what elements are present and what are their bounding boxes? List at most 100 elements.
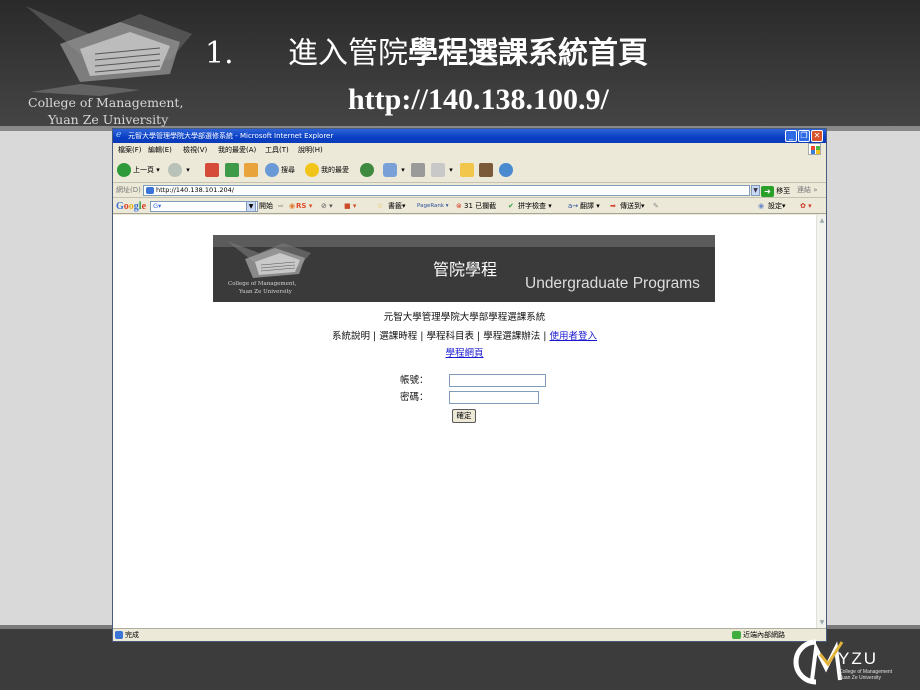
settings-label: 設定▾ — [768, 202, 786, 210]
popup-blocker-button[interactable]: 31 已攔截 — [464, 199, 496, 214]
banner-college-name: College of Management, Yuan Ze Universit… — [228, 280, 296, 296]
links-label: 連結 — [797, 186, 811, 194]
status-bar: 完成 近端內部網路 — [113, 628, 826, 641]
search-icon — [265, 163, 279, 177]
minimize-button[interactable]: _ — [785, 130, 797, 142]
print-button[interactable] — [411, 162, 427, 178]
favorites-label: 我的最愛 — [321, 166, 349, 174]
browser-window: ℯ 元智大學管理學院大學部選修系統 - Microsoft Internet E… — [112, 128, 827, 642]
slide-title: 1. 進入管院學程選課系統首頁 — [205, 34, 648, 74]
google-start-label: 開始 — [259, 202, 273, 210]
banner-building-logo — [227, 241, 311, 278]
messenger-button[interactable] — [499, 162, 515, 178]
slide-url: http://140.138.100.9/ — [348, 83, 609, 116]
ie-icon: ℯ — [116, 130, 122, 140]
popup-blocker-icon: ⊗ — [456, 202, 462, 210]
program-webpage-link[interactable]: 學程網頁 — [445, 348, 483, 359]
menu-view[interactable]: 檢視(V) — [183, 143, 207, 157]
forward-arrow-icon — [168, 163, 182, 177]
window-title-bar: ℯ 元智大學管理學院大學部選修系統 - Microsoft Internet E… — [113, 129, 826, 143]
address-label: 網址(D) — [116, 186, 141, 194]
google-toolbar: Google G▾ ▼ 開始 ⇨ ◉ RS ▾ ⊘ ▾ ■ ▾ ☆ 書籤▾ Pa… — [113, 199, 826, 214]
rs-button[interactable]: RS ▾ — [296, 199, 312, 214]
refresh-button[interactable] — [225, 162, 241, 178]
research-button[interactable] — [479, 162, 495, 178]
window-title: 元智大學管理學院大學部選修系統 - Microsoft Internet Exp… — [128, 132, 334, 140]
account-input[interactable] — [449, 374, 546, 387]
status-text: 完成 — [125, 631, 139, 639]
college-name-line2: Yuan Ze University — [48, 112, 169, 127]
address-bar: 網址(D) http://140.138.101.204/ ▼ ➜ 移至 連結 … — [113, 183, 826, 198]
folder-icon — [460, 163, 474, 177]
menu-favorites[interactable]: 我的最愛(A) — [218, 143, 256, 157]
research-icon — [479, 163, 493, 177]
page-banner: College of Management, Yuan Ze Universit… — [213, 235, 715, 302]
bookmark-star-icon: ☆ — [377, 202, 384, 210]
banner-college-line2: Yuan Ze University — [239, 289, 292, 295]
user-login-link[interactable]: 使用者登入 — [549, 331, 597, 342]
settings-button[interactable]: 設定▾ — [768, 199, 786, 214]
send-to-label: 傳送到▾ — [620, 202, 645, 210]
google-logo[interactable]: Google — [116, 199, 146, 214]
stop-button[interactable] — [205, 162, 221, 178]
menu-edit[interactable]: 編輯(E) — [148, 143, 172, 157]
scroll-up-icon[interactable]: ▲ — [818, 216, 826, 225]
college-building-logo — [26, 6, 192, 96]
google-start-button[interactable]: 開始 — [259, 199, 273, 214]
mail-icon — [383, 163, 397, 177]
menu-file[interactable]: 檔案(F) — [118, 143, 142, 157]
refresh-icon — [225, 163, 239, 177]
translate-button[interactable]: 翻譯 ▾ — [580, 199, 600, 214]
go-button[interactable]: ➜ 移至 — [761, 184, 790, 197]
menu-help[interactable]: 說明(H) — [298, 143, 323, 157]
forward-button[interactable]: ▾ — [168, 162, 190, 178]
news-button[interactable]: ■ ▾ — [344, 199, 356, 214]
google-arrow-icon: ⇨ — [278, 202, 284, 210]
submit-button[interactable]: 確定 — [452, 409, 476, 423]
page-icon — [146, 187, 154, 194]
nav-links: 系統說明 | 選課時程 | 學程科目表 | 學程選課辦法 | 使用者登入 — [113, 330, 816, 344]
translate-icon: a→ — [568, 202, 579, 210]
bookmarks-button[interactable]: 書籤▾ — [388, 199, 406, 214]
links-button[interactable]: 連結 » — [797, 183, 818, 198]
home-button[interactable] — [244, 162, 260, 178]
send-to-button[interactable]: 傳送到▾ — [620, 199, 645, 214]
close-button[interactable]: ✕ — [811, 130, 823, 142]
messenger-icon — [499, 163, 513, 177]
slide-title-prefix: 進入管院 — [288, 36, 408, 71]
yzu-sub-line2: Yuan Ze University — [839, 675, 881, 681]
pagerank-indicator: PageRank ▾ — [417, 203, 449, 209]
bookmarks-label: 書籤▾ — [388, 202, 406, 210]
folder-button[interactable] — [460, 162, 476, 178]
rss-icon: ◉ — [289, 202, 296, 210]
google-search-input[interactable]: G▾ — [150, 201, 258, 212]
maximize-button[interactable]: ❐ — [798, 130, 810, 142]
back-button[interactable]: 上一頁 ▾ — [117, 162, 160, 178]
menu-tools[interactable]: 工具(T) — [265, 143, 289, 157]
favorites-button[interactable]: 我的最愛 — [305, 162, 349, 178]
banner-subtitle: Undergraduate Programs — [525, 275, 700, 292]
share-button[interactable]: ⊘ ▾ — [321, 199, 333, 214]
vertical-scrollbar[interactable]: ▲ ▼ — [816, 215, 826, 628]
search-button[interactable]: 搜尋 — [265, 162, 295, 178]
intranet-zone-icon — [732, 631, 741, 639]
back-arrow-icon — [117, 163, 131, 177]
address-input[interactable]: http://140.138.101.204/ — [143, 185, 750, 196]
edit-icon — [431, 163, 445, 177]
yzu-logo-subtitle: College of Management Yuan Ze University — [839, 669, 892, 681]
google-extra-button[interactable]: ✿ ▾ — [800, 199, 812, 214]
account-label: 帳號： — [400, 375, 429, 386]
history-button[interactable] — [360, 162, 376, 178]
page-done-icon — [115, 631, 123, 639]
translate-label: 翻譯 — [580, 202, 594, 210]
spellcheck-button[interactable]: 拼字檢查 ▾ — [518, 199, 552, 214]
google-search-dropdown[interactable]: ▼ — [246, 201, 256, 212]
edit-button[interactable]: ▾ — [431, 162, 453, 178]
password-input[interactable] — [449, 391, 539, 404]
home-icon — [244, 163, 258, 177]
scroll-down-icon[interactable]: ▼ — [818, 618, 826, 627]
highlight-icon[interactable]: ✎ — [653, 199, 659, 214]
print-icon — [411, 163, 425, 177]
address-dropdown-button[interactable]: ▼ — [751, 185, 760, 196]
mail-button[interactable]: ▾ — [383, 162, 405, 178]
